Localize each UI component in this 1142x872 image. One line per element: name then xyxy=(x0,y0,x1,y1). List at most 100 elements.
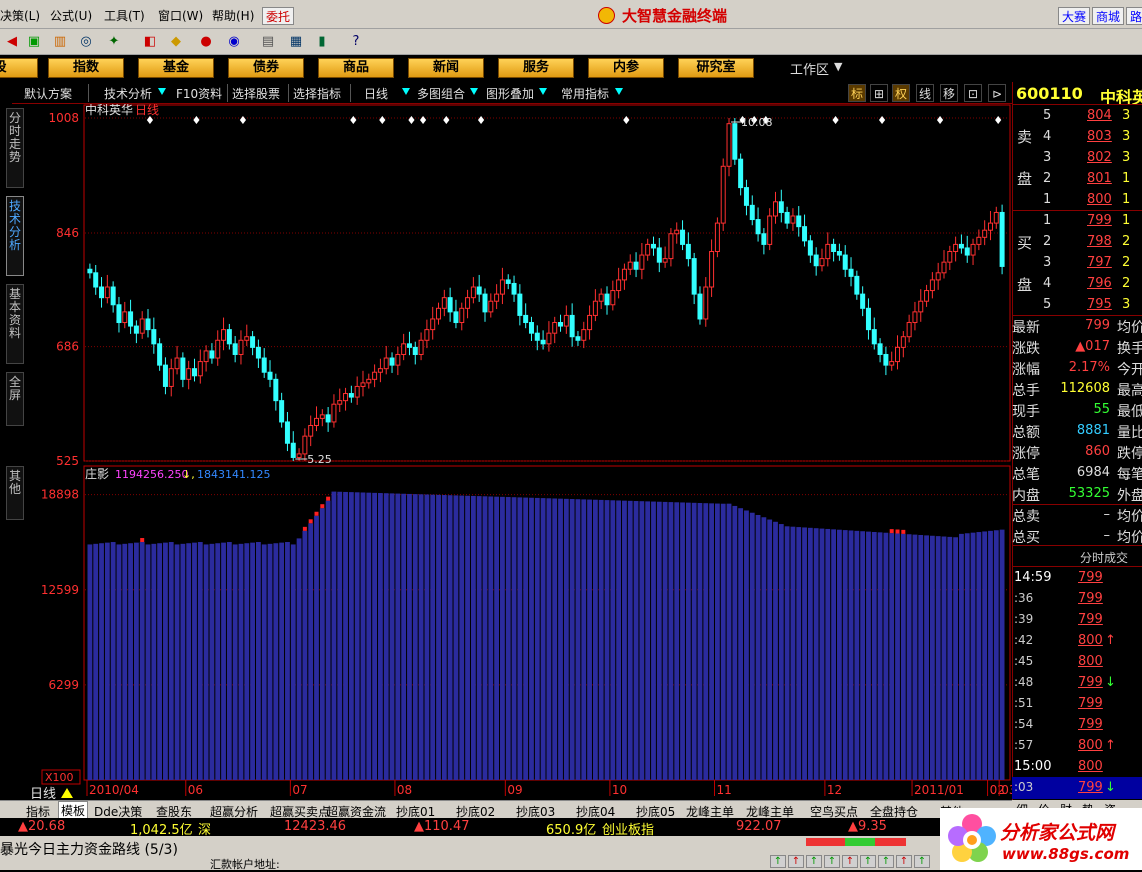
stat-right-label: 跌停 xyxy=(1117,446,1142,462)
tab-tech-analysis[interactable]: 技术分析 xyxy=(6,196,24,276)
fn-daily[interactable]: 日线 xyxy=(364,85,388,102)
help-icon[interactable]: ? xyxy=(346,33,366,51)
cat-insider[interactable]: 内参 xyxy=(588,58,664,78)
fn-common-indicators[interactable]: 常用指标 xyxy=(561,85,609,102)
stat-right-label: 换手 xyxy=(1117,341,1142,357)
clipboard-icon[interactable]: ▤ xyxy=(258,33,278,51)
cat-fund[interactable]: 基金 xyxy=(138,58,214,78)
news-icon[interactable]: ● xyxy=(196,33,216,51)
rights-button[interactable]: 权 xyxy=(892,84,910,102)
fn-f10[interactable]: F10资料 xyxy=(176,85,222,102)
candle-body xyxy=(499,279,505,295)
candle-body xyxy=(168,368,174,387)
workspace-dropdown-icon[interactable]: ▼ xyxy=(834,60,842,73)
volume-bar xyxy=(569,499,575,780)
volume-bar xyxy=(610,500,616,780)
cat-news[interactable]: 新闻 xyxy=(408,58,484,78)
sell-price[interactable]: 800 xyxy=(1087,192,1112,207)
next-button[interactable]: ⊳ xyxy=(988,84,1006,102)
sell-label: 盘 xyxy=(1017,170,1033,188)
window-icon[interactable]: ▦ xyxy=(286,33,306,51)
move-button[interactable]: 移 xyxy=(940,84,958,102)
sell-price[interactable]: 801 xyxy=(1087,171,1112,186)
fn-tech-analysis[interactable]: 技术分析 xyxy=(104,85,152,102)
buy-price[interactable]: 798 xyxy=(1087,234,1112,249)
volume-bar xyxy=(622,500,627,780)
mark-button[interactable]: 标 xyxy=(848,84,866,102)
divider xyxy=(1012,210,1142,211)
back-icon[interactable]: ◀ xyxy=(2,33,22,51)
tab-other[interactable]: 其他 xyxy=(6,466,24,520)
cat-stock[interactable]: 股 xyxy=(0,58,38,78)
tab-fundamentals[interactable]: 基本资料 xyxy=(6,284,24,364)
fn-select-stock[interactable]: 选择股票 xyxy=(232,85,280,102)
road-button[interactable]: 路 xyxy=(1126,7,1142,25)
stat-label: 总买 xyxy=(1012,530,1040,546)
volume-bar xyxy=(325,500,331,780)
sell-price[interactable]: 803 xyxy=(1087,129,1112,144)
dropdown-arrow-icon[interactable] xyxy=(615,88,623,95)
menu-decision[interactable]: 决策(L) xyxy=(0,7,40,24)
satellite-icon[interactable]: ✦ xyxy=(104,33,124,51)
fn-multi-chart[interactable]: 多图组合 xyxy=(417,85,465,102)
window-button[interactable]: ⊡ xyxy=(964,84,982,102)
menu-formula[interactable]: 公式(U) xyxy=(50,7,92,24)
volume-bar xyxy=(697,503,703,780)
candle-body xyxy=(680,229,686,245)
buy-price[interactable]: 799 xyxy=(1087,213,1112,228)
fn-select-indicator[interactable]: 选择指标 xyxy=(293,85,341,102)
cat-bond[interactable]: 债券 xyxy=(228,58,304,78)
dropdown-arrow-icon[interactable] xyxy=(470,88,478,95)
link-icon[interactable]: ◉ xyxy=(224,33,244,51)
buy-price[interactable]: 796 xyxy=(1087,276,1112,291)
workspace-label[interactable]: 工作区 xyxy=(790,59,829,78)
stat-right-label: 每笔 xyxy=(1117,467,1142,483)
contest-button[interactable]: 大赛 xyxy=(1058,7,1091,25)
buy-price[interactable]: 795 xyxy=(1087,297,1112,312)
dropdown-arrow-icon[interactable] xyxy=(402,88,410,95)
volume-bar xyxy=(755,514,761,780)
volume-signal-mark xyxy=(901,529,906,534)
volume-bar xyxy=(122,543,128,780)
kline-chart[interactable]: 100884668652518898125996299 2010/04 06 07 0… xyxy=(29,104,1012,800)
cat-index[interactable]: 指数 xyxy=(48,58,124,78)
volume-bar xyxy=(197,542,203,780)
diamond-icon[interactable]: ◆ xyxy=(166,33,186,51)
candle-body xyxy=(621,268,627,281)
tick-time: :03 xyxy=(1014,780,1034,794)
dropdown-arrow-icon[interactable] xyxy=(158,88,166,95)
line-button[interactable]: 线 xyxy=(916,84,934,102)
candle-body xyxy=(139,318,145,334)
ticker-text[interactable]: 暴光今日主力资金路线 (5/3) xyxy=(0,839,178,859)
mall-button[interactable]: 商城 xyxy=(1092,7,1125,25)
tab-intraday[interactable]: 分时走势 xyxy=(6,108,24,188)
volume-bar xyxy=(918,535,924,780)
volume-bar xyxy=(447,495,453,780)
cat-commodity[interactable]: 商品 xyxy=(318,58,394,78)
sell-price[interactable]: 804 xyxy=(1087,108,1112,123)
event-marker-icon: ♦ xyxy=(831,114,841,127)
f10-icon[interactable]: ◧ xyxy=(140,33,160,51)
menu-help[interactable]: 帮助(H) xyxy=(212,7,254,24)
exchange-icon[interactable]: ▣ xyxy=(24,33,44,51)
dropdown-arrow-icon[interactable] xyxy=(539,88,547,95)
grid-button[interactable]: ⊞ xyxy=(870,84,888,102)
candle-body xyxy=(836,251,842,256)
y-tick-label: 686 xyxy=(56,340,79,354)
chart-bars-icon[interactable]: ▥ xyxy=(50,33,70,51)
tick-price: 800 xyxy=(1078,654,1103,669)
cat-research[interactable]: 研究室 xyxy=(678,58,754,78)
books-icon[interactable]: ▮ xyxy=(312,33,332,51)
buy-price[interactable]: 797 xyxy=(1087,255,1112,270)
binoculars-icon[interactable]: ◎ xyxy=(76,33,96,51)
fn-default-scheme[interactable]: 默认方案 xyxy=(24,85,72,102)
fn-overlay[interactable]: 图形叠加 xyxy=(486,85,534,102)
menu-window[interactable]: 窗口(W) xyxy=(158,7,203,24)
trade-button[interactable]: 委托 xyxy=(262,7,295,25)
scale-label: X100 xyxy=(45,771,74,784)
sell-price[interactable]: 802 xyxy=(1087,150,1112,165)
cycle-triangle-icon[interactable] xyxy=(61,788,73,798)
cat-service[interactable]: 服务 xyxy=(498,58,574,78)
tab-fullscreen[interactable]: 全屏 xyxy=(6,372,24,426)
menu-tools[interactable]: 工具(T) xyxy=(104,7,145,24)
